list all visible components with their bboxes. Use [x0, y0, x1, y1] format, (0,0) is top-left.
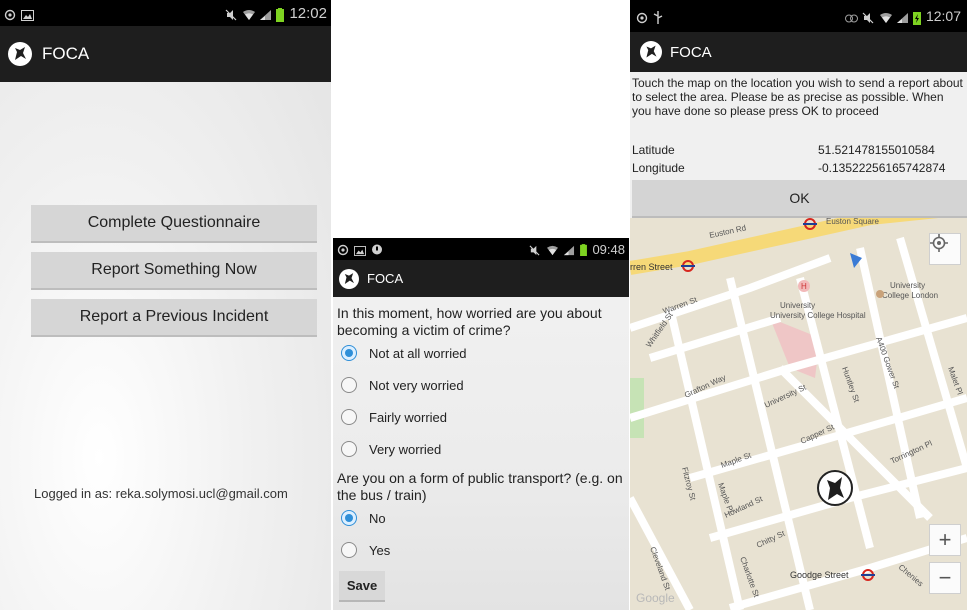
- radio-unselected[interactable]: [341, 441, 357, 457]
- battery-icon: [276, 7, 285, 22]
- report-something-now-button[interactable]: Report Something Now: [31, 252, 317, 290]
- radio-unselected[interactable]: [341, 377, 357, 393]
- map-label: Euston Rd: [709, 223, 747, 240]
- longitude-label: Longitude: [632, 161, 685, 175]
- svg-text:H: H: [801, 282, 807, 291]
- map-label: Fitzroy St: [680, 466, 698, 502]
- map-instructions: Touch the map on the location you wish t…: [632, 76, 963, 118]
- home-screen: 12:02 FOCA Complete Questionnaire Report…: [0, 0, 331, 610]
- complete-questionnaire-button[interactable]: Complete Questionnaire: [31, 205, 317, 243]
- map-view[interactable]: Euston Rd Euston Square rren Street Warr…: [630, 218, 967, 610]
- map-canvas[interactable]: Euston Rd Euston Square rren Street Warr…: [630, 218, 967, 610]
- foca-logo-icon: [640, 41, 662, 63]
- usb-icon: [653, 10, 665, 24]
- battery-icon: [580, 243, 588, 256]
- option-fairly-worried[interactable]: Fairly worried: [341, 409, 447, 425]
- wifi-icon: [879, 11, 892, 23]
- option-very-worried[interactable]: Very worried: [341, 441, 441, 457]
- zoom-in-button[interactable]: +: [929, 524, 961, 556]
- option-yes[interactable]: Yes: [341, 542, 390, 558]
- park-area: [630, 378, 644, 438]
- hospital-icon: H: [798, 280, 810, 292]
- ok-button[interactable]: OK: [632, 180, 967, 218]
- signal-icon: [563, 244, 575, 255]
- status-time: 12:02: [289, 4, 327, 22]
- wifi-icon: [242, 8, 256, 20]
- location-icon: [337, 244, 349, 255]
- wifi-icon: [546, 244, 559, 255]
- battery-charging-icon: [912, 11, 921, 25]
- foca-logo-icon: [339, 268, 359, 289]
- app-title: FOCA: [42, 44, 90, 63]
- mute-icon: [862, 11, 874, 23]
- map-label: Goodge Street: [790, 570, 849, 580]
- app-title: FOCA: [670, 43, 712, 61]
- save-button[interactable]: Save: [339, 571, 385, 602]
- report-previous-incident-button[interactable]: Report a Previous Incident: [31, 299, 317, 337]
- mute-icon: [529, 244, 541, 255]
- map-label: University: [890, 281, 925, 290]
- map-label: Malet Pl: [946, 366, 964, 396]
- my-location-button[interactable]: [929, 233, 961, 265]
- location-screen: 12:07 FOCA Touch the map on the location…: [630, 0, 967, 610]
- option-label: No: [369, 510, 386, 526]
- selected-location-marker-icon: [817, 470, 853, 506]
- status-bar: 12:02: [0, 0, 331, 26]
- option-no[interactable]: No: [341, 510, 386, 526]
- status-bar: 09:48: [333, 238, 629, 260]
- map-label: Chitty St: [755, 529, 787, 550]
- action-bar: FOCA: [630, 32, 967, 72]
- option-not-very-worried[interactable]: Not very worried: [341, 377, 464, 393]
- map-label: University College Hospital: [770, 311, 866, 320]
- euston-road: [630, 218, 939, 275]
- questionnaire-screen: 09:48 FOCA In this moment, how worried a…: [333, 238, 629, 610]
- longitude-value: -0.13522256165742874: [818, 161, 946, 175]
- map-label: College London: [882, 291, 938, 300]
- mute-icon: [225, 8, 237, 20]
- map-label: Huntley St: [840, 366, 861, 404]
- university-icon: [876, 290, 884, 298]
- status-time: 12:07: [925, 8, 961, 24]
- map-label: University: [780, 301, 815, 310]
- chat-icon: [371, 244, 383, 255]
- signal-icon: [896, 11, 908, 23]
- location-icon: [636, 11, 648, 23]
- logged-in-text: Logged in as: reka.solymosi.ucl@gmail.co…: [34, 486, 288, 501]
- longitude-row: Longitude -0.13522256165742874: [632, 161, 961, 175]
- foca-logo-icon: [8, 42, 32, 66]
- radio-selected[interactable]: [341, 510, 357, 526]
- status-bar: 12:07: [630, 0, 967, 32]
- radio-selected[interactable]: [341, 345, 357, 361]
- option-label: Not very worried: [369, 377, 464, 393]
- latitude-value: 51.521478155010584: [818, 143, 935, 157]
- option-label: Fairly worried: [369, 409, 448, 425]
- app-title: FOCA: [367, 271, 404, 286]
- google-logo: Google: [636, 591, 675, 605]
- map-label: University St: [763, 382, 808, 409]
- nfc-icon: [844, 11, 858, 22]
- question-worry: In this moment, how worried are you abou…: [337, 305, 602, 338]
- option-label: Very worried: [369, 441, 442, 457]
- gallery-icon: [354, 244, 366, 256]
- option-not-at-all-worried[interactable]: Not at all worried: [341, 345, 467, 361]
- latitude-label: Latitude: [632, 143, 675, 157]
- map-label: rren Street: [630, 262, 673, 272]
- radio-unselected[interactable]: [341, 542, 357, 558]
- status-time: 09:48: [592, 241, 625, 257]
- zoom-out-button[interactable]: −: [929, 562, 961, 594]
- crosshair-icon: [930, 234, 948, 252]
- signal-icon: [259, 8, 272, 20]
- map-label: Chenies: [897, 563, 925, 589]
- location-icon: [4, 8, 16, 20]
- question-transport: Are you on a form of public transport? (…: [337, 470, 623, 503]
- latitude-row: Latitude 51.521478155010584: [632, 143, 961, 157]
- action-bar: FOCA: [333, 260, 629, 297]
- map-label: Euston Square: [826, 218, 879, 226]
- map-label: Charlotte St: [738, 556, 761, 600]
- gallery-icon: [21, 8, 34, 21]
- action-bar: FOCA: [0, 26, 331, 82]
- option-label: Yes: [369, 542, 391, 558]
- radio-unselected[interactable]: [341, 409, 357, 425]
- option-label: Not at all worried: [369, 345, 467, 361]
